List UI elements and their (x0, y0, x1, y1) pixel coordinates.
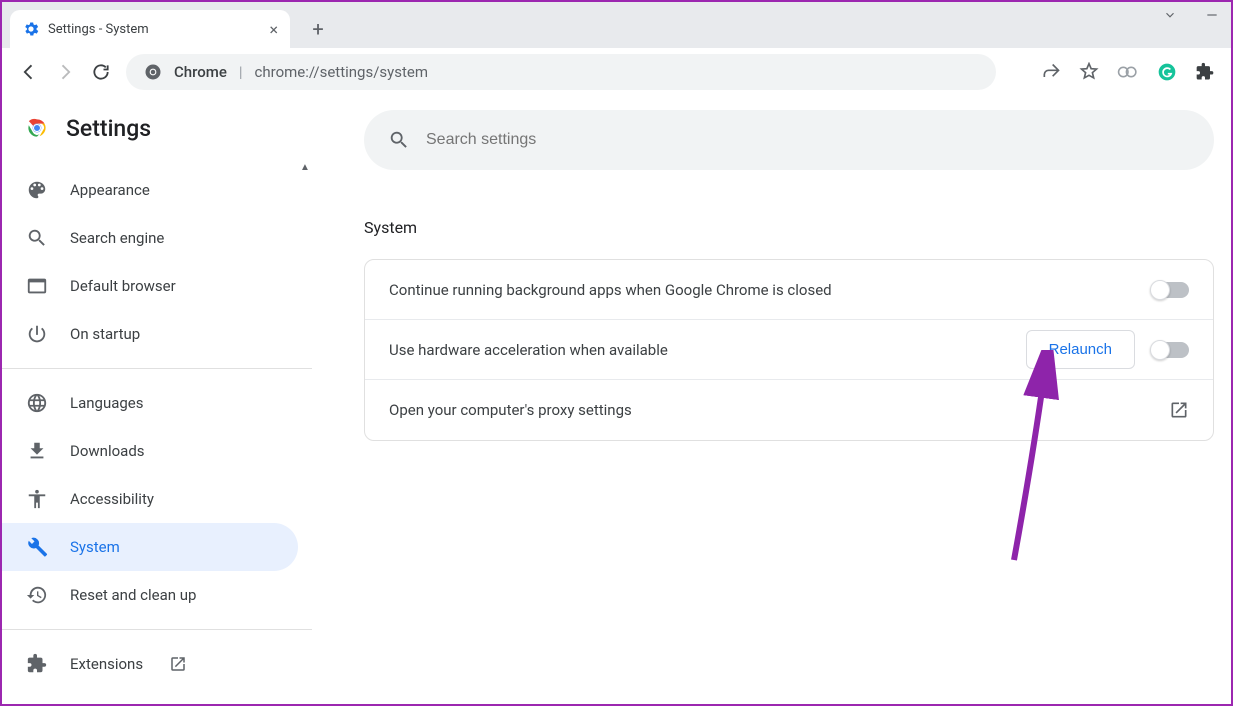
toggle-background-apps[interactable] (1151, 282, 1189, 298)
wrench-icon (26, 536, 48, 558)
close-icon[interactable]: × (269, 20, 278, 39)
sidebar-divider (2, 629, 312, 630)
reload-button[interactable] (90, 61, 112, 83)
browser-icon (26, 275, 48, 297)
section-title: System (364, 218, 1219, 237)
sidebar-item-label: Extensions (70, 655, 143, 673)
settings-search[interactable] (364, 110, 1214, 170)
sidebar-item-label: Accessibility (70, 490, 154, 508)
forward-button[interactable] (54, 61, 76, 83)
sidebar-item-default-browser[interactable]: Default browser (2, 262, 298, 310)
sidebar-item-label: Languages (70, 394, 144, 412)
search-icon (388, 129, 410, 151)
open-external-icon (169, 655, 187, 673)
sidebar-item-accessibility[interactable]: Accessibility (2, 475, 298, 523)
sidebar-item-languages[interactable]: Languages (2, 379, 298, 427)
sidebar-item-label: Appearance (70, 181, 150, 199)
sidebar-area: Settings ▲ Appearance Search engine Defa… (2, 96, 312, 704)
row-label: Use hardware acceleration when available (389, 341, 1010, 359)
gear-icon (22, 20, 40, 38)
chevron-down-icon[interactable] (1163, 8, 1177, 22)
sidebar-item-on-startup[interactable]: On startup (2, 310, 298, 358)
sidebar-item-appearance[interactable]: Appearance (2, 166, 298, 214)
row-proxy-settings[interactable]: Open your computer's proxy settings (365, 380, 1213, 440)
settings-header: Settings (2, 96, 312, 160)
sidebar-item-label: Default browser (70, 277, 176, 295)
open-external-icon (1169, 400, 1189, 420)
palette-icon (26, 179, 48, 201)
puzzle-icon (26, 653, 48, 675)
address-label: Chrome (174, 63, 227, 81)
sidebar-item-label: On startup (70, 325, 140, 343)
grammarly-icon[interactable] (1157, 62, 1177, 82)
sidebar-item-search-engine[interactable]: Search engine (2, 214, 298, 262)
window-controls (1163, 8, 1219, 22)
address-url: chrome://settings/system (255, 63, 428, 81)
sidebar-item-label: Reset and clean up (70, 586, 196, 604)
share-icon[interactable] (1041, 62, 1061, 82)
scroll-up-icon[interactable]: ▲ (298, 162, 312, 176)
row-background-apps: Continue running background apps when Go… (365, 260, 1213, 320)
system-settings-card: Continue running background apps when Go… (364, 259, 1214, 441)
extension-cloud-icon[interactable] (1117, 62, 1139, 82)
search-icon (26, 227, 48, 249)
restore-icon (26, 584, 48, 606)
sidebar-nav[interactable]: Appearance Search engine Default browser… (2, 160, 312, 704)
sidebar-item-extensions[interactable]: Extensions (2, 640, 298, 688)
sidebar-item-reset[interactable]: Reset and clean up (2, 571, 298, 619)
globe-icon (26, 392, 48, 414)
back-button[interactable] (18, 61, 40, 83)
tab-strip: Settings - System × + (2, 2, 1231, 48)
bookmark-star-icon[interactable] (1079, 62, 1099, 82)
main-content: System Continue running background apps … (312, 96, 1231, 704)
browser-tab[interactable]: Settings - System × (10, 10, 290, 48)
sidebar-item-label: Downloads (70, 442, 145, 460)
search-input[interactable] (426, 131, 1190, 149)
relaunch-button[interactable]: Relaunch (1026, 330, 1135, 369)
sidebar-divider (2, 368, 312, 369)
address-bar[interactable]: Chrome | chrome://settings/system (126, 54, 996, 90)
download-icon (26, 440, 48, 462)
row-hardware-accel: Use hardware acceleration when available… (365, 320, 1213, 380)
sidebar-item-system[interactable]: System (2, 523, 298, 571)
browser-toolbar: Chrome | chrome://settings/system (2, 48, 1231, 96)
tab-title: Settings - System (48, 22, 261, 37)
chrome-logo-icon (24, 115, 50, 141)
sidebar-item-label: Search engine (70, 229, 164, 247)
minimize-icon[interactable] (1205, 8, 1219, 22)
sidebar-item-label: System (70, 538, 120, 556)
sidebar-item-downloads[interactable]: Downloads (2, 427, 298, 475)
accessibility-icon (26, 488, 48, 510)
row-label: Continue running background apps when Go… (389, 281, 1135, 299)
address-divider: | (239, 63, 243, 81)
chrome-icon (144, 63, 162, 81)
extensions-puzzle-icon[interactable] (1195, 62, 1215, 82)
power-icon (26, 323, 48, 345)
row-label: Open your computer's proxy settings (389, 401, 1153, 419)
new-tab-button[interactable]: + (302, 13, 334, 45)
content-area: Settings ▲ Appearance Search engine Defa… (2, 96, 1231, 704)
toggle-hardware-accel[interactable] (1151, 342, 1189, 358)
page-title: Settings (66, 115, 151, 142)
